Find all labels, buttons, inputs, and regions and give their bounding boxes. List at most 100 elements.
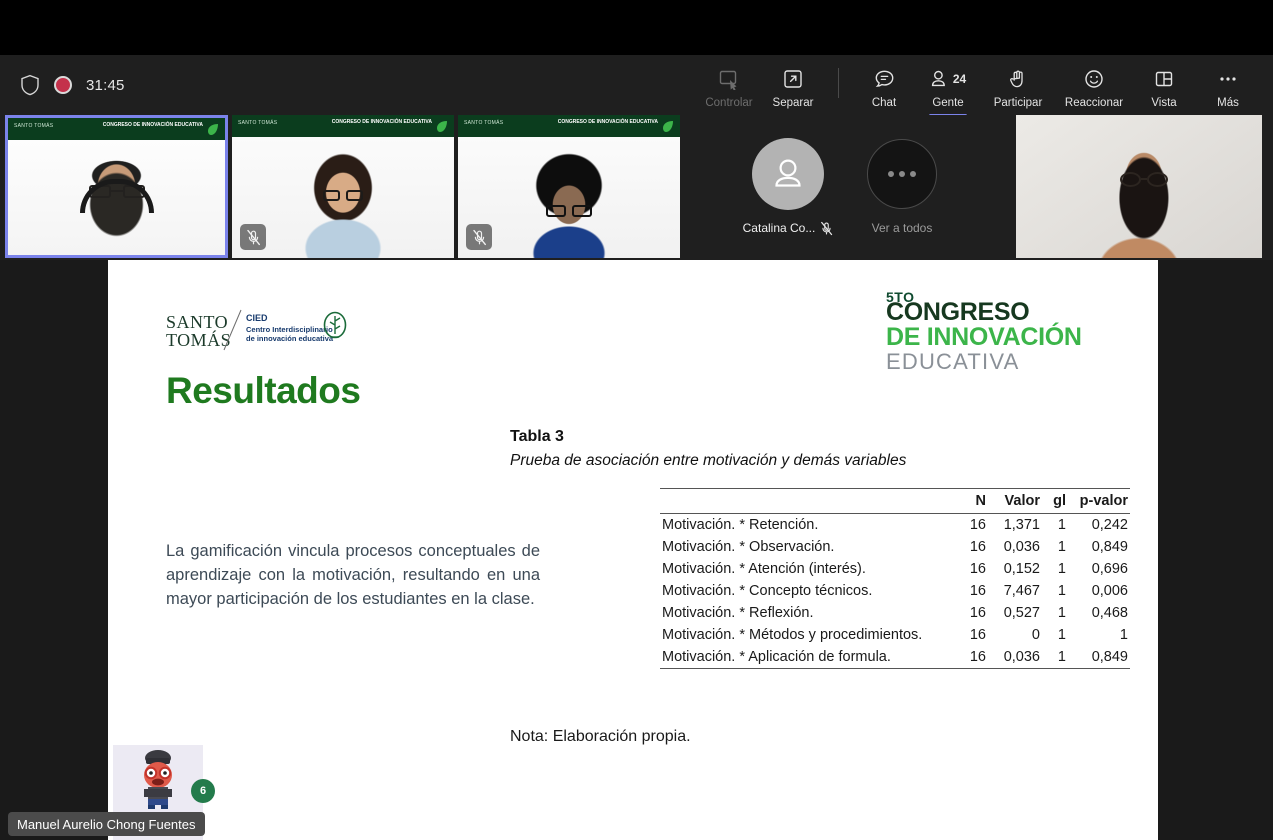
give-control-icon: [718, 66, 740, 92]
person-avatar-icon: [752, 137, 824, 210]
cell-gl: 1: [1057, 604, 1066, 621]
banner-right-text: CONGRESO DE INNOVACIÓN EDUCATIVA: [102, 122, 203, 128]
pop-out-icon: [782, 66, 804, 92]
col-header-gl: gl: [1053, 492, 1066, 509]
cell-pvalor: 0,242: [1091, 516, 1128, 533]
svg-text:TOMÁS: TOMÁS: [166, 329, 231, 350]
results-table: N Valor gl p-valor Motivación. * Retenci…: [660, 488, 1130, 669]
col-header-valor: Valor: [1004, 492, 1040, 509]
cell-gl: 1: [1057, 626, 1066, 643]
leaf-icon: [663, 121, 673, 132]
cell-gl: 1: [1057, 582, 1066, 599]
cell-n: 16: [969, 582, 986, 599]
cell-valor: 0,036: [1003, 648, 1040, 665]
congreso-line1: CONGRESO: [886, 298, 1030, 326]
see-all-cell[interactable]: Ver a todos: [840, 115, 964, 258]
participant-name-row: Catalina Co...: [743, 221, 834, 236]
toolbar-button-mas[interactable]: Más: [1197, 62, 1259, 109]
toolbar-button-controlar[interactable]: Controlar: [698, 62, 760, 109]
toolbar-button-vista[interactable]: Vista: [1133, 62, 1195, 109]
participant-tile-3[interactable]: SANTO TOMÁS CONGRESO DE INNOVACIÓN EDUCA…: [458, 115, 680, 258]
toolbar-button-participar[interactable]: Participar: [981, 62, 1055, 109]
table-row: Motivación. * Métodos y procedimientos. …: [660, 624, 1130, 646]
cell-valor: 0,527: [1003, 604, 1040, 621]
toolbar-button-reaccionar[interactable]: Reaccionar: [1057, 62, 1131, 109]
leaf-icon: [208, 124, 218, 135]
toolbar-label-separar: Separar: [772, 96, 814, 109]
cell-valor: 1,371: [1003, 516, 1040, 533]
banner-left-text: SANTO TOMÁS: [238, 120, 278, 126]
cell-valor: 0,036: [1003, 538, 1040, 555]
cell-valor: 7,467: [1003, 582, 1040, 599]
cell-n: 16: [969, 626, 986, 643]
cell-gl: 1: [1057, 560, 1066, 577]
table-row: Motivación. * Retención. 16 1,371 1 0,24…: [660, 513, 1130, 536]
layout-grid-icon: [1153, 66, 1175, 92]
meeting-toolbar: 31:45 Controlar Separar Chat 24 Gente Pa…: [0, 55, 1273, 117]
people-count-badge: 24: [952, 71, 967, 86]
participant-tile-1[interactable]: SANTO TOMÁS CONGRESO DE INNOVACIÓN EDUCA…: [5, 115, 228, 258]
table-caption: Prueba de asociación entre motivación y …: [510, 452, 907, 469]
teams-meeting-window: 31:45 Controlar Separar Chat 24 Gente Pa…: [0, 0, 1273, 840]
video-feed: [8, 140, 225, 255]
santo-tomas-logo: SANTO TOMÁS CIED Centro Interdisciplinar…: [166, 308, 396, 354]
toolbar-button-chat[interactable]: Chat: [853, 62, 915, 109]
congreso-line3: EDUCATIVA: [886, 348, 1020, 374]
toolbar-label-chat: Chat: [871, 96, 897, 109]
participant-avatar-cell[interactable]: Catalina Co...: [726, 115, 850, 258]
table-row: Motivación. * Atención (interés). 16 0,1…: [660, 558, 1130, 580]
shield-icon: [20, 74, 40, 96]
participant-name: Catalina Co...: [742, 221, 816, 235]
cell-n: 16: [969, 516, 986, 533]
cell-pvalor: 0,849: [1091, 648, 1128, 665]
leaf-icon: [437, 121, 447, 132]
cell-valor: 0,152: [1003, 560, 1040, 577]
table-label: Tabla 3: [510, 428, 564, 445]
congreso-line2: DE INNOVACIÓN: [886, 322, 1082, 351]
cell-pvalor: 1: [1119, 626, 1128, 643]
emoji-smile-icon: [1083, 66, 1105, 92]
toolbar-button-separar[interactable]: Separar: [762, 62, 824, 109]
ellipsis-circle-icon[interactable]: [867, 138, 937, 209]
mic-off-icon: [821, 221, 833, 235]
col-header-pvalor: p-valor: [1079, 492, 1128, 509]
presentation-slide[interactable]: SANTO TOMÁS CIED Centro Interdisciplinar…: [108, 260, 1158, 840]
record-dot-icon: [54, 76, 72, 94]
cell-pvalor: 0,468: [1091, 604, 1128, 621]
svg-text:SANTO: SANTO: [166, 312, 228, 332]
table-row: Motivación. * Aplicación de formula. 16 …: [660, 646, 1130, 668]
see-all-label: Ver a todos: [871, 220, 933, 235]
toolbar-label-controlar: Controlar: [705, 96, 753, 109]
cell-pvalor-highlighted: 0,006: [1091, 582, 1128, 599]
cell-variable: Motivación. * Atención (interés).: [662, 560, 866, 577]
cell-valor: 0: [1031, 626, 1040, 643]
toolbar-actions: Controlar Separar Chat 24 Gente Particip…: [698, 62, 1273, 117]
table-note: Nota: Elaboración propia.: [510, 728, 691, 745]
participant-tile-4[interactable]: [1016, 115, 1262, 258]
svg-text:Centro Interdisciplinario: Centro Interdisciplinario: [246, 325, 333, 334]
participant-tile-2[interactable]: SANTO TOMÁS CONGRESO DE INNOVACIÓN EDUCA…: [232, 115, 454, 258]
toolbar-button-gente[interactable]: 24 Gente: [917, 62, 979, 117]
cell-gl: 1: [1057, 538, 1066, 555]
toolbar-label-gente: Gente: [932, 96, 964, 109]
cell-pvalor: 0,696: [1091, 560, 1128, 577]
cell-variable: Motivación. * Aplicación de formula.: [662, 648, 891, 665]
congreso-logo: 5TO CONGRESO DE INNOVACIÓN EDUCATIVA: [886, 290, 1096, 374]
mic-off-icon: [472, 229, 486, 245]
cell-variable: Motivación. * Reflexión.: [662, 604, 814, 621]
col-header-variable: [660, 490, 954, 514]
raise-hand-icon: [1008, 66, 1028, 92]
cell-variable: Motivación. * Métodos y procedimientos.: [662, 626, 923, 643]
video-feed: [1016, 115, 1262, 258]
toolbar-label-participar: Participar: [993, 96, 1043, 109]
svg-text:CIED: CIED: [246, 313, 268, 323]
cell-n: 16: [969, 604, 986, 621]
mute-badge: [240, 224, 266, 250]
recording-status-group: 31:45: [0, 74, 125, 96]
slide-banner: SANTO TOMÁS CONGRESO DE INNOVACIÓN EDUCA…: [232, 115, 454, 137]
recording-timer: 31:45: [86, 76, 125, 94]
participant-filmstrip: SANTO TOMÁS CONGRESO DE INNOVACIÓN EDUCA…: [0, 115, 1273, 260]
slide-title: Resultados: [166, 370, 361, 411]
slide-banner: SANTO TOMÁS CONGRESO DE INNOVACIÓN EDUCA…: [458, 115, 680, 137]
banner-left-text: SANTO TOMÁS: [14, 123, 54, 129]
